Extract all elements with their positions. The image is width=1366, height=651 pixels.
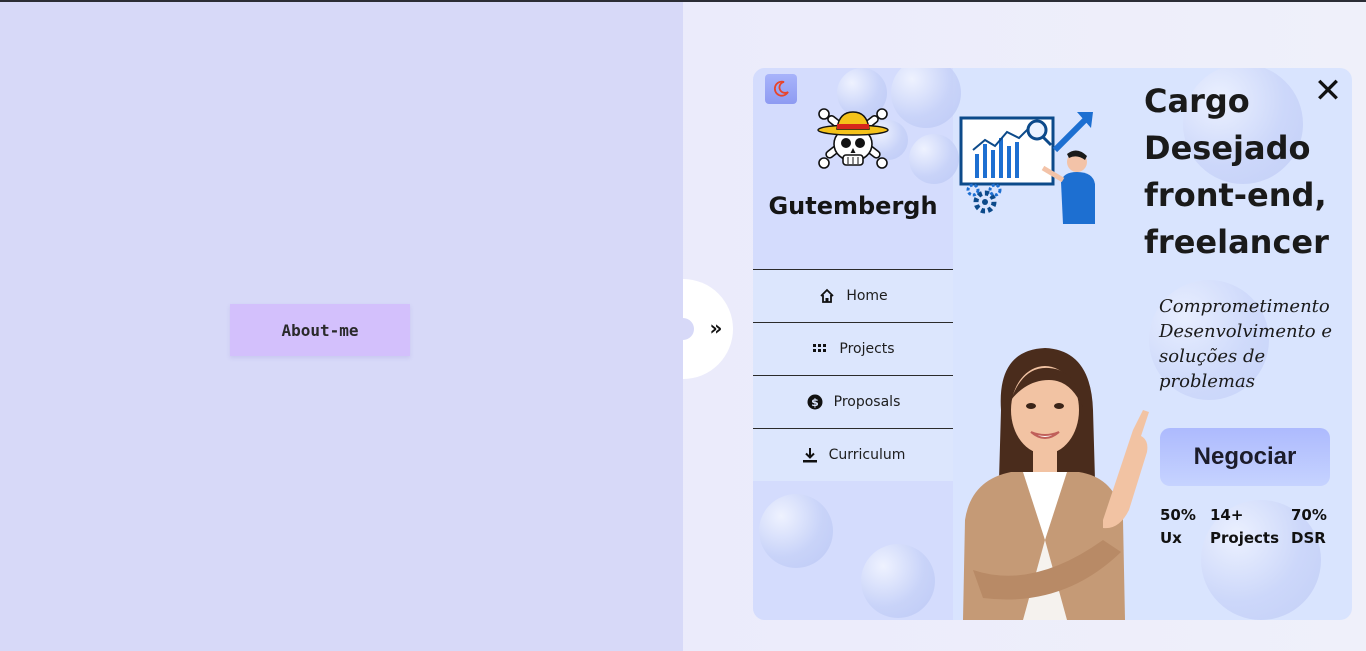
- stat-dsr: 70% DSR: [1291, 504, 1327, 550]
- stat-value: 70%: [1291, 506, 1327, 524]
- sidebar-item-label: Proposals: [833, 394, 901, 410]
- sidebar-item-label: Curriculum: [828, 447, 906, 463]
- decor-bubble: [909, 134, 959, 184]
- decor-bubble: [759, 494, 833, 568]
- stat-label: Ux: [1160, 529, 1182, 547]
- grid-icon: [811, 340, 829, 358]
- stat-value: 50%: [1160, 506, 1196, 524]
- dollar-badge-icon: $: [806, 393, 824, 411]
- close-icon[interactable]: ✕: [1311, 74, 1345, 108]
- profile-name: Gutembergh: [768, 192, 938, 220]
- hero-title-line: freelancer: [1144, 223, 1329, 261]
- hero-description-line: problemas: [1159, 371, 1255, 392]
- double-chevron-right-icon[interactable]: »: [706, 316, 726, 340]
- home-icon: [818, 287, 836, 305]
- sidebar-item-home[interactable]: Home: [753, 269, 953, 322]
- profile-card: Gutembergh Home Projects $ Proposals Cur…: [753, 68, 1352, 620]
- negociar-button[interactable]: Negociar: [1160, 428, 1330, 486]
- sidebar-item-label: Projects: [839, 341, 895, 357]
- sidebar: Gutembergh Home Projects $ Proposals Cur…: [753, 68, 961, 620]
- moon-icon: [773, 80, 789, 97]
- hero-section: Cargo Desejado front-end, freelancer ✕ C…: [953, 68, 1352, 620]
- hero-description-line: Comprometimento: [1159, 296, 1330, 317]
- stat-value: 14+: [1210, 506, 1244, 524]
- stat-projects: 14+ Projects: [1210, 504, 1279, 550]
- left-pane: About-me: [0, 2, 683, 651]
- theme-toggle-button[interactable]: [765, 74, 797, 104]
- stat-ux: 50% Ux: [1160, 504, 1196, 550]
- svg-text:$: $: [811, 396, 819, 409]
- hero-description: Comprometimento Desenvolvimento e soluçõ…: [1159, 294, 1349, 394]
- decor-bubble: [891, 68, 961, 128]
- sidebar-item-label: Home: [846, 288, 888, 304]
- hero-title-line: front-end,: [1144, 176, 1327, 214]
- sidebar-nav: Home Projects $ Proposals Curriculum: [753, 269, 953, 481]
- decor-bubble: [861, 544, 935, 618]
- sidebar-item-projects[interactable]: Projects: [753, 322, 953, 375]
- sidebar-item-curriculum[interactable]: Curriculum: [753, 428, 953, 481]
- hero-description-line: soluções de: [1159, 346, 1266, 367]
- stat-label: Projects: [1210, 529, 1280, 547]
- sidebar-item-proposals[interactable]: $ Proposals: [753, 375, 953, 428]
- download-icon: [801, 446, 819, 464]
- woman-pointing-photo: [963, 348, 1149, 620]
- hero-title-line: Desejado: [1144, 129, 1311, 167]
- analytics-illustration: [959, 112, 1095, 224]
- stat-label: DSR: [1291, 529, 1326, 547]
- about-me-button[interactable]: About-me: [230, 304, 410, 356]
- straw-hat-skull-logo: [817, 108, 889, 169]
- hero-description-line: Desenvolvimento e: [1159, 321, 1333, 342]
